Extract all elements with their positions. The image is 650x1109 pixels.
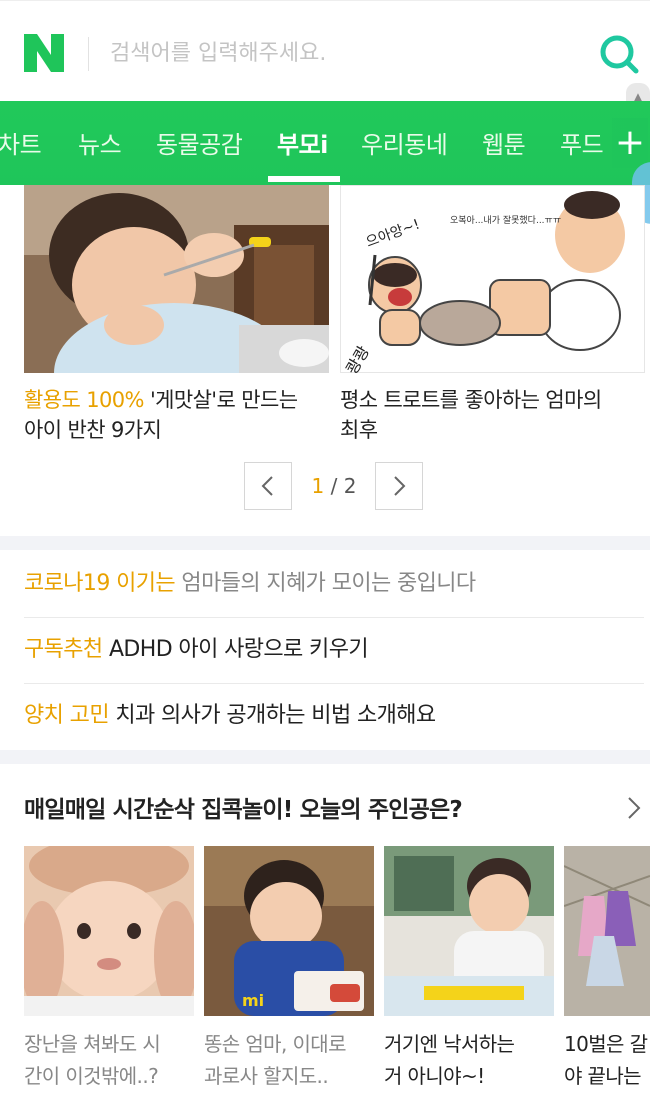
notice-text: ADHD 아이 사랑으로 키우기 — [102, 637, 369, 662]
notice-tag: 양치 고민 — [24, 703, 110, 728]
tab-neighborhood[interactable]: 우리동네 — [361, 125, 448, 160]
section-title[interactable]: 매일매일 시간순삭 집콕놀이! 오늘의 주인공은? — [24, 790, 463, 824]
naver-logo[interactable] — [24, 34, 64, 72]
page-separator: / — [330, 474, 338, 498]
video-thumbnail[interactable] — [384, 846, 554, 1016]
tab-chart[interactable]: 차트 — [0, 125, 42, 160]
page-indicator: 1 / 2 — [304, 474, 364, 498]
section-separator — [0, 536, 650, 550]
cartoon-bubble: 오복아...내가 잘못했다...ㅠㅠ — [450, 214, 561, 226]
title-text: '게맛살'로 만드는 — [143, 388, 298, 412]
search-input[interactable] — [110, 35, 570, 71]
video-caption[interactable]: 장난을 쳐봐도 시 간이 이것밖에..? — [24, 1028, 196, 1092]
category-tab-bar: 차트 뉴스 동물공감 부모i 우리동네 웹툰 푸드 — [0, 101, 650, 185]
caption-line2: 과로사 할지도.. — [204, 1064, 329, 1088]
active-tab-indicator — [268, 176, 340, 182]
chevron-right-icon[interactable] — [624, 790, 644, 826]
tab-news[interactable]: 뉴스 — [78, 125, 122, 160]
prev-button[interactable] — [244, 462, 292, 510]
tab-food[interactable]: 푸드 — [560, 125, 604, 160]
chevron-left-icon — [261, 476, 273, 496]
svg-text:mi: mi — [242, 991, 264, 1010]
caption-line2: 간이 이것밖에..? — [24, 1064, 159, 1088]
search-divider — [88, 37, 89, 71]
notice-tag: 코로나19 이기는 — [24, 571, 176, 596]
notice-tag: 구독추천 — [24, 637, 103, 662]
caption-line1: 똥손 엄마, 이대로 — [204, 1032, 346, 1056]
total-pages: 2 — [343, 474, 357, 498]
card-thumbnail[interactable]: 오복아...내가 잘못했다...ㅠㅠ 으아앙~! 쾅쾅 — [340, 185, 645, 373]
notice-text: 치과 의사가 공개하는 비법 소개해요 — [108, 703, 436, 728]
title-text-line2: 아이 반찬 9가지 — [24, 418, 162, 442]
search-icon[interactable] — [596, 31, 642, 77]
next-button[interactable] — [375, 462, 423, 510]
search-header: ▲⌄ — [0, 0, 650, 139]
title-text: 평소 트로트를 좋아하는 엄마의 — [340, 388, 602, 412]
card-pager: 1 / 2 — [244, 462, 424, 512]
card-title[interactable]: 활용도 100% '게맛살'로 만드는 아이 반찬 9가지 — [24, 385, 329, 445]
card-thumbnail[interactable] — [24, 185, 329, 373]
caption-line1: 10벌은 갈 — [564, 1032, 648, 1056]
caption-line1: 거기엔 낙서하는 — [384, 1032, 515, 1056]
video-thumbnail[interactable] — [24, 846, 194, 1016]
caption-line2: 야 끝나는 — [564, 1064, 642, 1088]
caption-line1: 장난을 쳐봐도 시 — [24, 1032, 161, 1056]
video-caption[interactable]: 똥손 엄마, 이대로 과로사 할지도.. — [204, 1028, 376, 1092]
tab-webtoon[interactable]: 웹툰 — [482, 125, 526, 160]
title-text-line2: 최후 — [340, 418, 378, 442]
notice-text: 엄마들의 지혜가 모이는 중입니다 — [175, 571, 476, 596]
notice-item[interactable]: 코로나19 이기는 엄마들의 지혜가 모이는 중입니다 — [24, 551, 644, 617]
tab-animal[interactable]: 동물공감 — [156, 125, 243, 160]
video-thumbnail[interactable] — [564, 846, 650, 1016]
caption-line2: 거 아니야~! — [384, 1064, 485, 1088]
notice-item[interactable]: 구독추천 ADHD 아이 사랑으로 키우기 — [24, 617, 644, 683]
video-caption[interactable]: 거기엔 낙서하는 거 아니야~! — [384, 1028, 556, 1092]
current-page: 1 — [311, 474, 325, 498]
chevron-right-icon — [394, 476, 406, 496]
title-highlight: 활용도 100% — [24, 388, 144, 412]
video-caption[interactable]: 10벌은 갈 야 끝나는 — [564, 1028, 650, 1092]
tab-parenting[interactable]: 부모i — [277, 125, 328, 160]
video-thumbnail[interactable]: mi — [204, 846, 374, 1016]
notice-item[interactable]: 양치 고민 치과 의사가 공개하는 비법 소개해요 — [24, 683, 644, 749]
plus-icon[interactable]: + — [612, 118, 648, 168]
card-title[interactable]: 평소 트로트를 좋아하는 엄마의 최후 — [340, 385, 645, 445]
section-separator — [0, 750, 650, 764]
